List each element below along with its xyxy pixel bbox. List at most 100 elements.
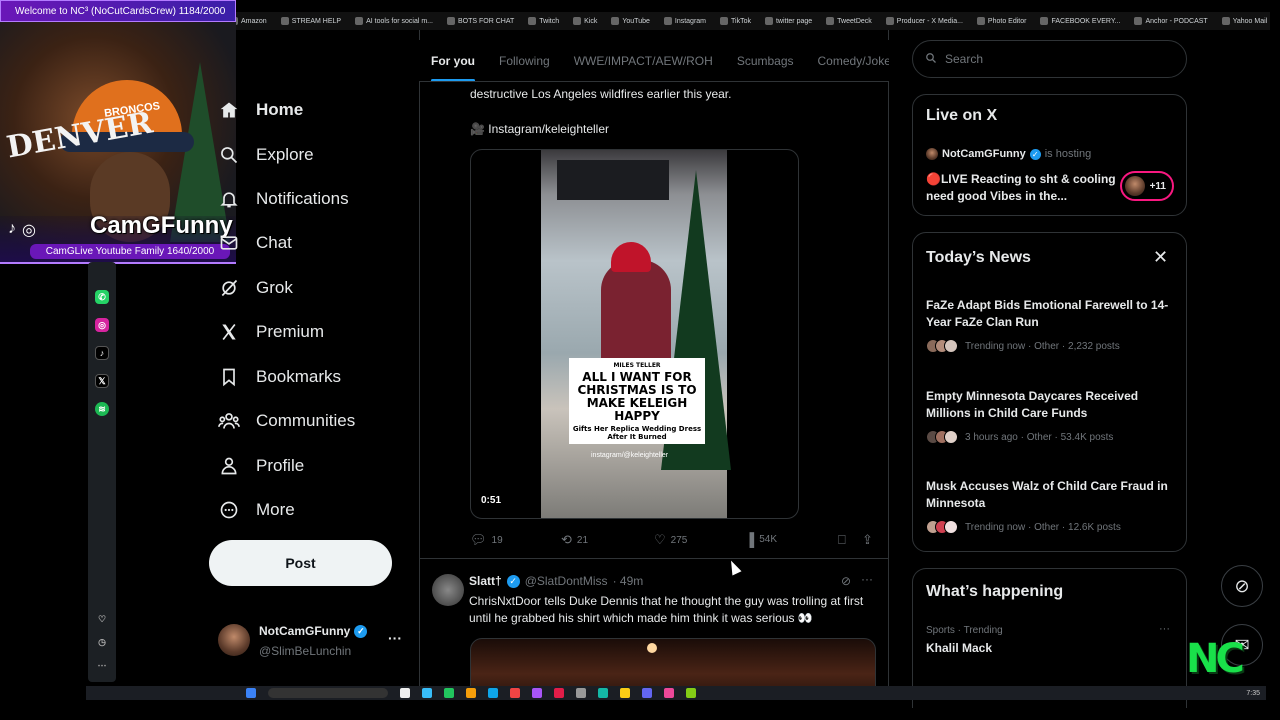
app-icon[interactable] bbox=[488, 688, 498, 698]
news-headline: Empty Minnesota Daycares Received Millio… bbox=[926, 389, 1139, 420]
more-icon[interactable]: ⋯ bbox=[95, 658, 109, 672]
close-icon[interactable]: ✕ bbox=[1153, 247, 1168, 268]
grok-icon[interactable]: ⊘ bbox=[841, 574, 851, 588]
tweet-video[interactable]: MILES TELLER ALL I WANT FOR CHRISTMAS IS… bbox=[470, 149, 799, 519]
tab-following[interactable]: Following bbox=[487, 40, 562, 81]
grok-fab-button[interactable]: ⊘ bbox=[1221, 565, 1263, 607]
live-host-row[interactable]: NotCamGFunny ✓ is hosting bbox=[926, 148, 1091, 160]
app-icon[interactable] bbox=[532, 688, 542, 698]
bookmark-label: twitter page bbox=[775, 17, 813, 25]
tab-comedy[interactable]: Comedy/Joke bbox=[806, 40, 889, 81]
bookmark-item[interactable]: Producer - X Media... bbox=[885, 17, 963, 25]
tab-scumbags[interactable]: Scumbags bbox=[725, 40, 806, 81]
heart-icon[interactable]: ♡ bbox=[95, 612, 109, 626]
more-icon[interactable]: ··· bbox=[861, 572, 873, 586]
account-switcher[interactable]: NotCamGFunny ✓ @SlimBeLunchin ··· bbox=[218, 622, 408, 662]
taskbar-search[interactable] bbox=[268, 688, 388, 698]
app-icon[interactable] bbox=[510, 688, 520, 698]
live-panel: Live on X NotCamGFunny ✓ is hosting 🔴LIV… bbox=[912, 94, 1187, 216]
app-icon[interactable] bbox=[598, 688, 608, 698]
tab-wwe[interactable]: WWE/IMPACT/AEW/ROH bbox=[562, 40, 725, 81]
bookmark-item[interactable]: TikTok bbox=[720, 17, 751, 25]
app-icon[interactable] bbox=[554, 688, 564, 698]
bookmark-item[interactable]: BOTS FOR CHAT bbox=[447, 17, 514, 25]
like-count: 275 bbox=[670, 534, 688, 546]
avatar[interactable] bbox=[432, 574, 464, 606]
bookmark-favicon-icon bbox=[447, 17, 456, 25]
app-icon[interactable] bbox=[444, 688, 454, 698]
instagram-icon[interactable]: ◎ bbox=[95, 318, 109, 332]
nav-premium[interactable]: Premium bbox=[218, 317, 324, 347]
live-listeners[interactable]: +11 bbox=[1120, 171, 1174, 201]
bookmark-item[interactable]: twitter page bbox=[764, 17, 813, 25]
app-icon[interactable] bbox=[620, 688, 630, 698]
bookmark-favicon-icon bbox=[1134, 17, 1143, 25]
nav-chat-label: Chat bbox=[256, 233, 292, 252]
bookmark-item[interactable]: Yahoo Mail bbox=[1221, 17, 1268, 25]
trend-topic[interactable]: Khalil Mack bbox=[926, 641, 992, 655]
news-item[interactable]: FaZe Adapt Bids Emotional Farewell to 14… bbox=[926, 297, 1176, 353]
news-title: Today’s News bbox=[926, 249, 1031, 266]
nav-notifications[interactable]: Notifications bbox=[218, 184, 349, 214]
search-icon bbox=[218, 144, 240, 166]
app-icon[interactable] bbox=[400, 688, 410, 698]
folder-icon[interactable] bbox=[466, 688, 476, 698]
reply-button[interactable]: 💬︎ 19 bbox=[470, 532, 503, 548]
nav-explore[interactable]: Explore bbox=[218, 140, 314, 170]
nav-more[interactable]: More bbox=[218, 495, 295, 525]
bookmark-item[interactable]: YouTube bbox=[611, 17, 650, 25]
bookmark-item[interactable]: Anchor - PODCAST bbox=[1134, 17, 1208, 25]
tab-for-you[interactable]: For you bbox=[419, 40, 487, 81]
whatsapp-icon[interactable]: ✆ bbox=[95, 290, 109, 304]
nav-profile-label: Profile bbox=[256, 456, 305, 475]
clock-icon[interactable]: ◷ bbox=[95, 635, 109, 649]
card-subhead: Gifts Her Replica Wedding Dress After It… bbox=[572, 425, 702, 441]
reply-icon: 💬︎ bbox=[470, 532, 487, 547]
account-more-icon[interactable]: ··· bbox=[388, 630, 402, 646]
search-input[interactable]: Search bbox=[912, 40, 1187, 78]
tiktok-icon[interactable]: ♪ bbox=[95, 346, 109, 360]
bookmark-item[interactable]: TweetDeck bbox=[826, 17, 872, 25]
live-stream-title[interactable]: 🔴LIVE Reacting to sht & cooling need goo… bbox=[926, 171, 1116, 205]
more-icon[interactable]: ··· bbox=[1159, 623, 1170, 635]
share-button[interactable]: ⇪ bbox=[862, 532, 873, 548]
nav-chat[interactable]: Chat bbox=[218, 228, 292, 258]
nav-grok[interactable]: Grok bbox=[218, 273, 293, 303]
nav-explore-label: Explore bbox=[256, 145, 314, 164]
like-button[interactable]: ♡ 275 bbox=[654, 532, 687, 548]
bookmark-item[interactable]: Instagram bbox=[663, 17, 706, 25]
tweet-handle[interactable]: @SlatDontMiss bbox=[525, 574, 608, 588]
app-icon[interactable] bbox=[686, 688, 696, 698]
spotify-icon[interactable]: ≋ bbox=[95, 402, 109, 416]
bookmark-item[interactable]: Kick bbox=[573, 17, 597, 25]
app-icon[interactable] bbox=[664, 688, 674, 698]
repost-button[interactable]: ⟲ 21 bbox=[561, 532, 588, 548]
app-icon[interactable] bbox=[576, 688, 586, 698]
app-icon[interactable] bbox=[642, 688, 652, 698]
app-icon[interactable] bbox=[422, 688, 432, 698]
grok-icon: ⊘ bbox=[1234, 575, 1250, 596]
nav-communities[interactable]: Communities bbox=[218, 406, 355, 436]
wall-tv bbox=[557, 160, 669, 200]
x-icon[interactable]: 𝕏 bbox=[95, 374, 109, 388]
start-icon[interactable] bbox=[246, 688, 256, 698]
bookmark-label: Kick bbox=[584, 17, 598, 25]
bookmark-label: TikTok bbox=[731, 17, 751, 25]
bookmark-item[interactable]: FACEBOOK EVERY... bbox=[1040, 17, 1120, 25]
nav-bookmarks[interactable]: Bookmarks bbox=[218, 362, 341, 392]
news-item[interactable]: Empty Minnesota Daycares Received Millio… bbox=[926, 388, 1176, 444]
news-item[interactable]: Musk Accuses Walz of Child Care Fraud in… bbox=[926, 478, 1176, 534]
bookmark-label: Yahoo Mail bbox=[1232, 17, 1268, 25]
nav-home[interactable]: Home bbox=[218, 95, 303, 125]
views-button[interactable]: ▐ 54K bbox=[745, 532, 777, 547]
tweet-time[interactable]: · 49m bbox=[613, 574, 644, 588]
bookmark-button[interactable]: ⎕ bbox=[838, 532, 846, 548]
tweet-author[interactable]: Slatt† bbox=[469, 574, 502, 588]
post-button[interactable]: Post bbox=[209, 540, 392, 586]
bookmark-item[interactable]: STREAM HELP bbox=[280, 17, 341, 25]
bookmark-item[interactable]: Photo Editor bbox=[976, 17, 1026, 25]
account-handle: @SlimBeLunchin bbox=[259, 644, 352, 658]
bookmark-item[interactable]: AI tools for social m... bbox=[355, 17, 433, 25]
nav-profile[interactable]: Profile bbox=[218, 451, 304, 481]
bookmark-item[interactable]: Twitch bbox=[528, 17, 559, 25]
